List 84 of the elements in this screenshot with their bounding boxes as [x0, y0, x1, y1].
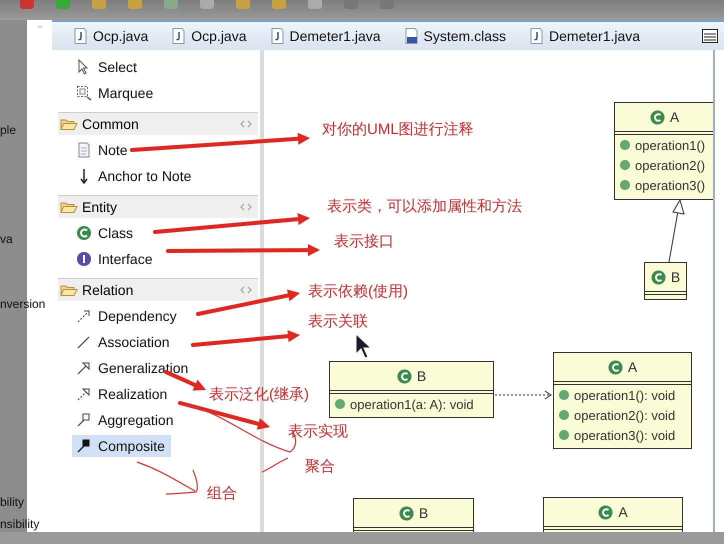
realization-icon — [76, 386, 92, 402]
class-name: B — [416, 368, 426, 384]
class-icon — [598, 504, 614, 520]
java-file-icon — [172, 28, 186, 44]
class-name: B — [418, 505, 428, 521]
annotation-text: 表示实现 — [288, 422, 348, 442]
toolbar-icon[interactable] — [164, 0, 178, 9]
marquee-icon — [76, 85, 92, 101]
aggregation-icon — [76, 412, 92, 428]
java-file-icon — [530, 28, 544, 44]
palette-item[interactable]: Note — [72, 139, 134, 161]
palette-group-header[interactable]: Relation — [58, 278, 258, 301]
operation-text: operation2(): void — [574, 408, 676, 422]
collapse-icon[interactable] — [240, 286, 252, 294]
toolbar-icon[interactable] — [272, 0, 286, 9]
generalization-icon — [76, 360, 92, 376]
collapse-icon[interactable] — [240, 203, 252, 211]
annotation-text: 表示关联 — [308, 312, 368, 332]
note-icon — [76, 142, 92, 158]
association-icon — [76, 334, 92, 350]
editor-tab[interactable]: Demeter1.java — [258, 23, 393, 49]
palette-item[interactable]: Anchor to Note — [72, 165, 198, 187]
cursor-icon — [355, 333, 373, 359]
toolbar-icon[interactable] — [236, 0, 250, 9]
annotation-text: 组合 — [207, 484, 237, 504]
class-name: A — [670, 109, 680, 125]
menu-icon[interactable] — [702, 29, 718, 43]
dependency-icon — [76, 308, 92, 324]
folder-icon — [60, 117, 78, 131]
annotation-text: 表示接口 — [334, 232, 394, 252]
toolbar-icon[interactable] — [20, 0, 34, 9]
palette-item[interactable]: Dependency — [72, 305, 183, 327]
operation-text: operation1() — [635, 138, 706, 152]
palette-item[interactable]: Realization — [72, 383, 174, 405]
annotation-text: 聚合 — [305, 457, 335, 477]
palette-item[interactable]: Association — [72, 331, 176, 353]
class-icon — [76, 225, 92, 241]
class-icon — [398, 506, 414, 520]
editor-tab[interactable]: Ocp.java — [160, 23, 258, 49]
toolbar-icon[interactable] — [92, 0, 106, 9]
class-name: B — [670, 269, 680, 285]
editor-tab[interactable]: Demeter1.java — [518, 23, 652, 49]
palette-group-header[interactable]: Entity — [58, 195, 258, 218]
folder-icon — [60, 283, 78, 297]
palette-item[interactable]: Generalization — [72, 357, 194, 379]
editor-tab[interactable]: Ocp.java — [62, 23, 160, 49]
interface-icon — [76, 251, 92, 267]
toolbar-icon[interactable] — [308, 0, 322, 9]
palette-item[interactable]: Interface — [72, 248, 158, 270]
panel-label: bility — [0, 494, 26, 510]
operation-text: operation1(): void — [574, 388, 676, 402]
class-file-icon — [404, 28, 418, 44]
operation-text: operation3(): void — [574, 428, 676, 442]
palette-item[interactable]: Composite — [72, 435, 171, 457]
collapse-icon[interactable] — [240, 120, 252, 128]
java-file-icon — [270, 28, 284, 44]
folder-icon — [60, 200, 78, 214]
panel-label: va — [0, 231, 14, 247]
class-icon — [396, 368, 412, 384]
palette-item[interactable]: Select — [72, 56, 143, 78]
class-name: A — [618, 504, 628, 520]
palette-item[interactable]: Class — [72, 222, 140, 244]
operation-text: operation1(a: A): void — [350, 396, 474, 412]
class-icon — [608, 360, 623, 374]
operation-text: operation2() — [635, 158, 706, 172]
palette-item[interactable]: Aggregation — [72, 409, 180, 431]
class-icon — [650, 110, 665, 124]
annotation-text: 对你的UML图进行注释 — [322, 120, 474, 140]
annotation-text: 表示依赖(使用) — [308, 282, 408, 302]
panel-label: ple — [0, 122, 18, 138]
composite-icon — [76, 438, 92, 454]
toolbar-icon[interactable] — [128, 0, 142, 9]
java-file-icon — [74, 28, 87, 44]
class-name: A — [628, 359, 638, 375]
editor-tab[interactable]: System.class — [392, 23, 518, 49]
toolbar-icon[interactable] — [56, 0, 70, 9]
operation-text: operation3() — [635, 178, 706, 192]
annotation-text: 表示泛化(继承) — [209, 385, 309, 405]
palette-group-header[interactable]: Common — [58, 112, 258, 135]
operation-icon — [335, 399, 345, 409]
annotation-text: 表示类，可以添加属性和方法 — [327, 197, 522, 217]
palette-item[interactable]: Marquee — [72, 82, 160, 104]
toolbar-icon[interactable] — [200, 0, 214, 9]
class-icon — [650, 270, 666, 284]
